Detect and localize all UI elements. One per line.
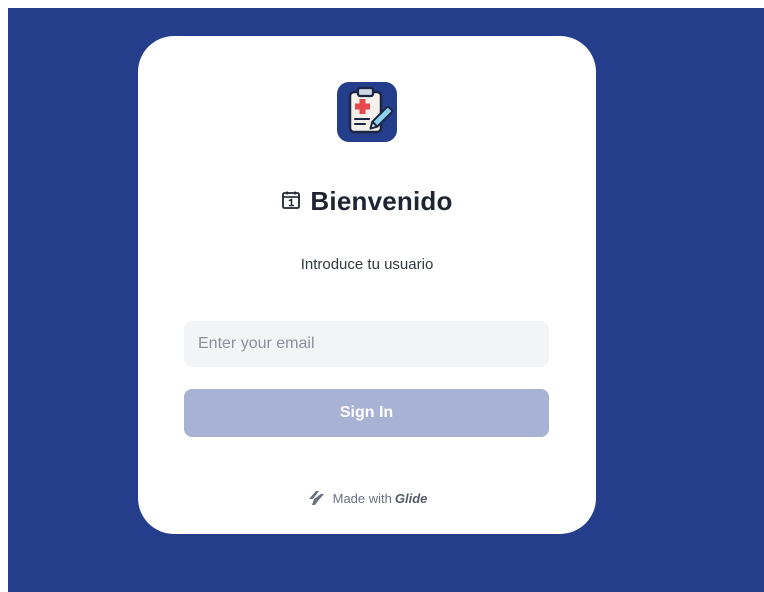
login-card: Bienvenido Introduce tu usuario Sign In … (138, 36, 596, 534)
made-with-label: Made with (332, 491, 392, 507)
glide-brand-label: Glide (394, 491, 428, 507)
medical-clipboard-icon (337, 82, 397, 142)
page-title: Bienvenido (310, 186, 453, 216)
made-with-glide-link[interactable]: Made with Glide (138, 490, 596, 507)
calendar-icon (281, 190, 301, 210)
welcome-heading: Bienvenido (138, 186, 596, 217)
page-background: Bienvenido Introduce tu usuario Sign In … (8, 8, 764, 592)
sign-in-button[interactable]: Sign In (184, 389, 549, 437)
subtitle: Introduce tu usuario (300, 256, 434, 273)
glide-logo-icon (307, 490, 327, 506)
email-field[interactable] (184, 321, 549, 367)
